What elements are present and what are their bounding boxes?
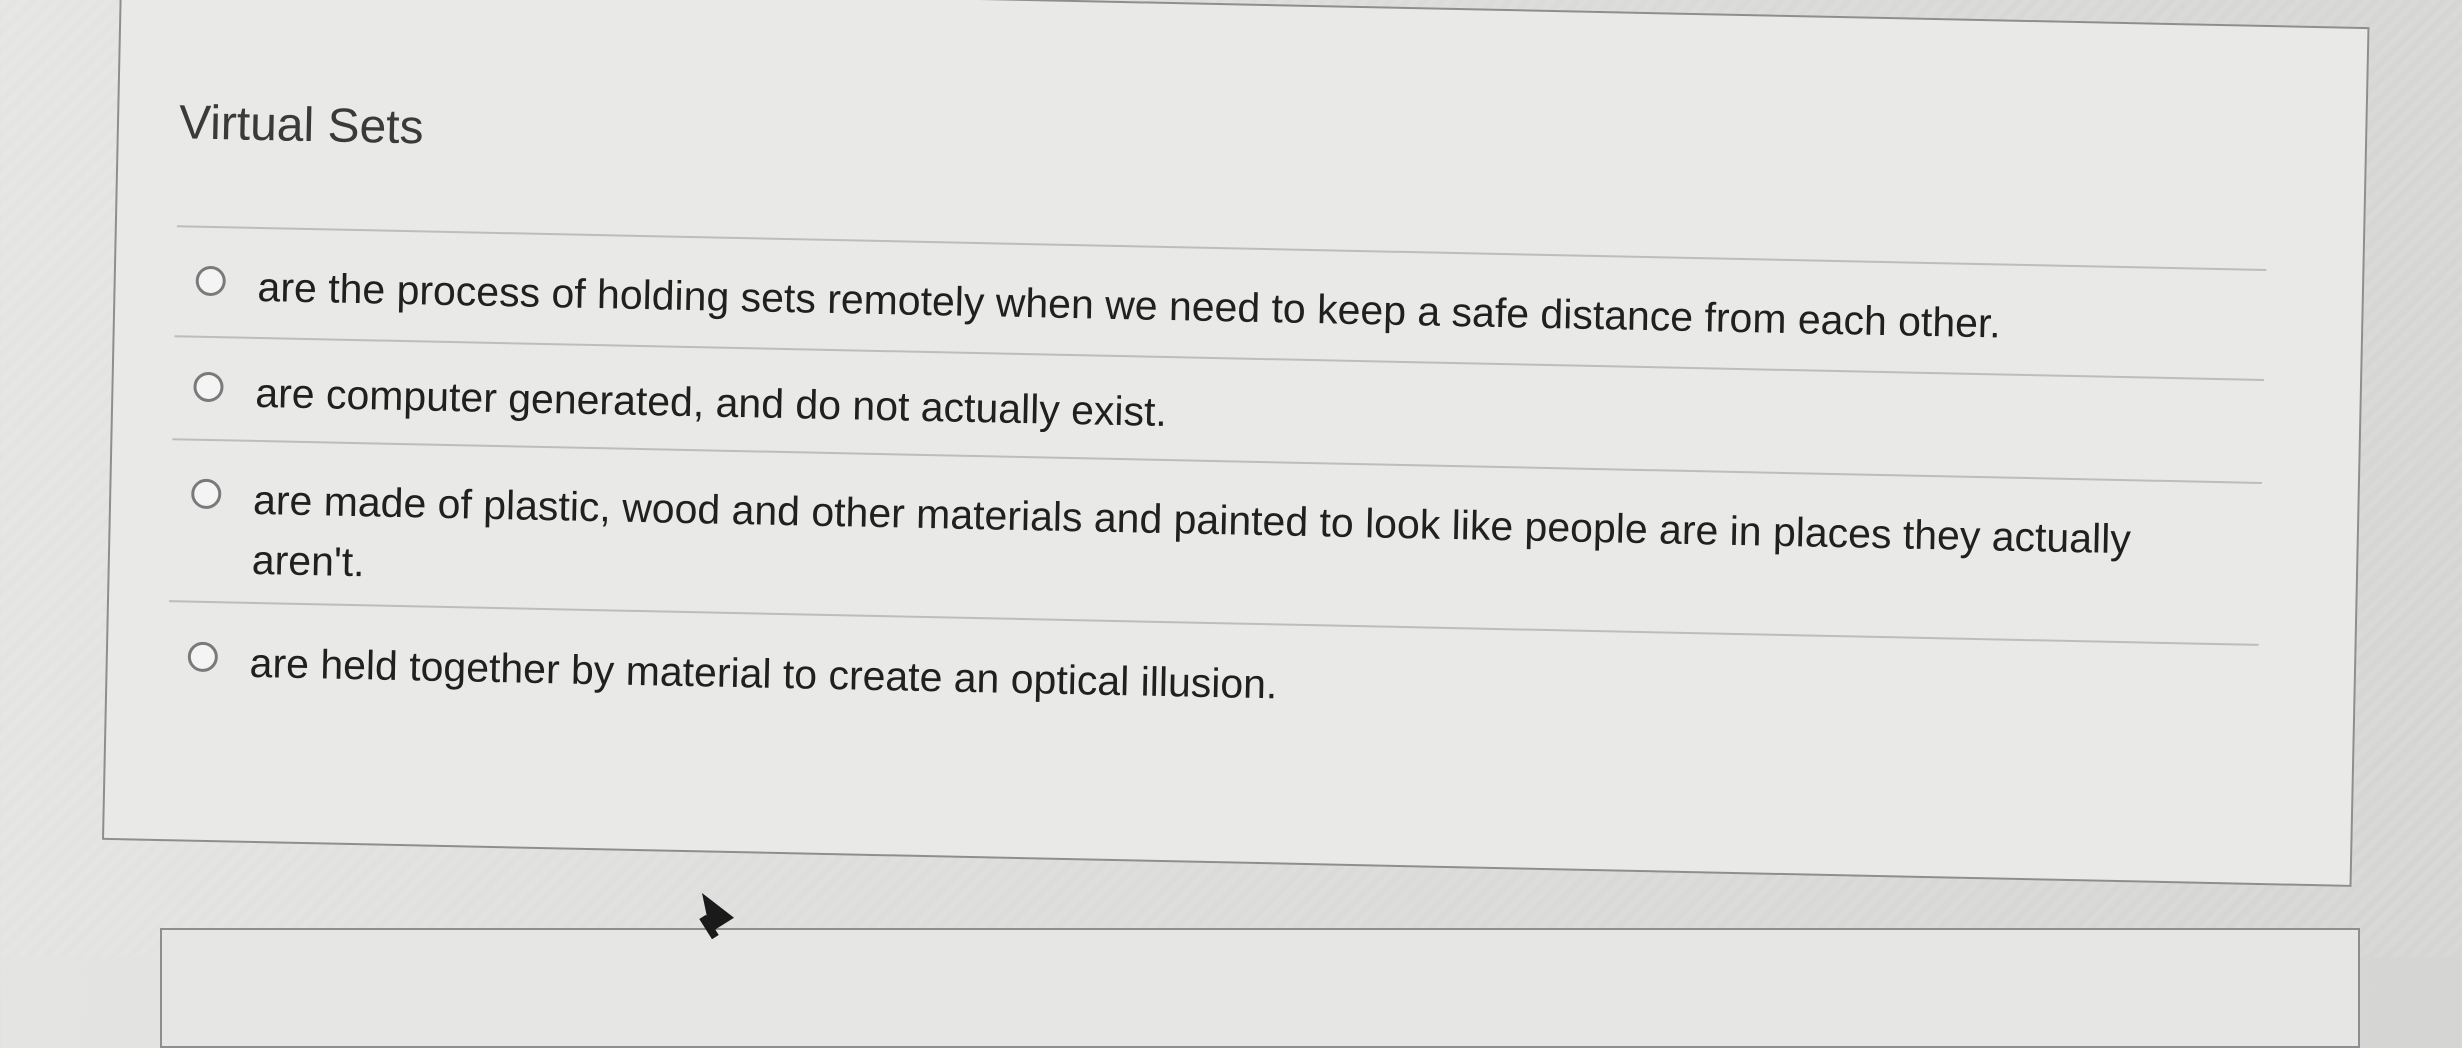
answer-option-label: are computer generated, and do not actua… bbox=[254, 369, 1168, 436]
question-card: Virtual Sets are the process of holding … bbox=[101, 0, 2370, 887]
radio-button-icon[interactable] bbox=[193, 371, 224, 403]
radio-button-icon[interactable] bbox=[190, 478, 222, 510]
answer-option-4[interactable]: are held together by material to create … bbox=[187, 632, 2228, 735]
answer-option-label: are made of plastic, wood and other mate… bbox=[251, 476, 2132, 586]
radio-button-icon[interactable] bbox=[187, 641, 219, 673]
radio-button-icon[interactable] bbox=[195, 265, 227, 297]
answer-option-label: are the process of holding sets remotely… bbox=[257, 263, 2002, 347]
answer-option-2[interactable]: are computer generated, and do not actua… bbox=[193, 362, 2234, 465]
next-question-card bbox=[160, 928, 2360, 1048]
question-title: Virtual Sets bbox=[178, 96, 425, 155]
answer-option-label: are held together by material to create … bbox=[249, 639, 1278, 708]
